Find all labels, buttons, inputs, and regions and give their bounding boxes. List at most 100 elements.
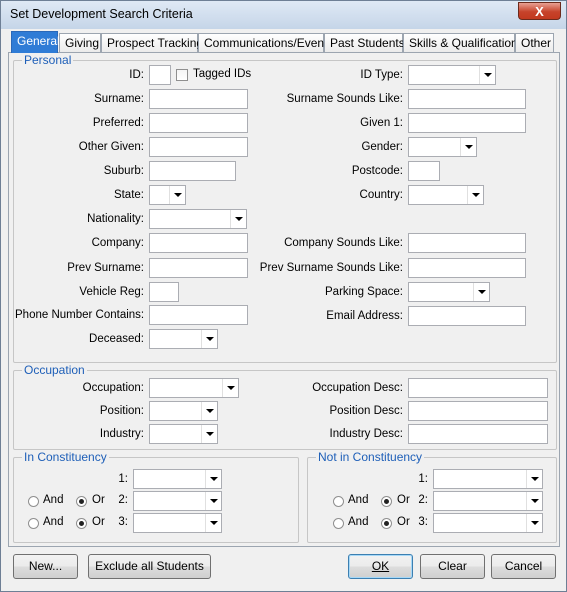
given1-input[interactable] <box>408 113 526 133</box>
title-bar: Set Development Search Criteria X <box>1 1 566 29</box>
not-in-constituency-1-select[interactable] <box>433 469 543 489</box>
not-in-constituency-3-and-radio[interactable] <box>333 518 344 529</box>
not-in-constituency-3-or-radio[interactable] <box>381 518 392 529</box>
in-constituency-2-select[interactable] <box>133 491 222 511</box>
in-constituency-3-or-radio[interactable] <box>76 518 87 529</box>
other-given-label: Other Given: <box>78 141 144 153</box>
chevron-down-icon[interactable] <box>222 379 238 397</box>
email-address-label: Email Address: <box>326 310 403 322</box>
not-in-constituency-2-and-radio[interactable] <box>333 496 344 507</box>
postcode-label: Postcode: <box>351 165 403 177</box>
not-in-constituency-2-select[interactable] <box>433 491 543 511</box>
chevron-down-icon[interactable] <box>201 402 217 420</box>
close-button[interactable]: X <box>518 2 561 20</box>
industry-select[interactable] <box>149 424 218 444</box>
prev-surname-input[interactable] <box>149 258 248 278</box>
not-in-constituency-row2-label: 2: <box>418 494 428 506</box>
in-constituency-3-and-radio[interactable] <box>28 518 39 529</box>
chevron-down-icon[interactable] <box>460 138 476 156</box>
occupation-desc-input[interactable] <box>408 378 548 398</box>
vehicle-reg-input[interactable] <box>149 282 179 302</box>
cancel-button-label: Cancel <box>504 559 543 573</box>
other-given-input[interactable] <box>149 137 248 157</box>
exclude-all-students-button[interactable]: Exclude all Students <box>88 554 211 579</box>
vehicle-reg-label: Vehicle Reg: <box>79 286 144 298</box>
id-type-select[interactable] <box>408 65 496 85</box>
not-in-constituency-legend: Not in Constituency <box>316 450 425 464</box>
clear-button[interactable]: Clear <box>420 554 485 579</box>
chevron-down-icon[interactable] <box>473 283 489 301</box>
dialog-window: Set Development Search Criteria X Genera… <box>0 0 567 592</box>
new-button[interactable]: New... <box>13 554 78 579</box>
new-button-label: New... <box>28 559 63 573</box>
position-select[interactable] <box>149 401 218 421</box>
suburb-label: Suburb: <box>103 165 144 177</box>
tab-giving[interactable]: Giving <box>59 33 101 52</box>
chevron-down-icon[interactable] <box>201 425 217 443</box>
in-constituency-legend: In Constituency <box>22 450 109 464</box>
chevron-down-icon[interactable] <box>205 492 221 510</box>
chevron-down-icon[interactable] <box>526 514 542 532</box>
nationality-select[interactable] <box>149 209 247 229</box>
prev-surname-sounds-like-input[interactable] <box>408 258 526 278</box>
tagged-ids-label: Tagged IDs <box>193 68 252 80</box>
preferred-input[interactable] <box>149 113 248 133</box>
industry-desc-input[interactable] <box>408 424 548 444</box>
state-select[interactable] <box>149 185 186 205</box>
surname-sounds-like-label: Surname Sounds Like: <box>286 93 403 105</box>
id-label: ID: <box>129 69 144 81</box>
deceased-select[interactable] <box>149 329 218 349</box>
country-label: Country: <box>359 189 403 201</box>
surname-sounds-like-input[interactable] <box>408 89 526 109</box>
exclude-all-students-label: Exclude all Students <box>95 559 204 573</box>
country-select[interactable] <box>408 185 484 205</box>
in-constituency-3-select[interactable] <box>133 513 222 533</box>
in-constituency-row2-label: 2: <box>118 494 128 506</box>
tab-communications-events[interactable]: Communications/Events <box>198 33 333 52</box>
not-in-constituency-3-select[interactable] <box>433 513 543 533</box>
chevron-down-icon[interactable] <box>205 470 221 488</box>
company-sounds-like-input[interactable] <box>408 233 526 253</box>
tab-other[interactable]: Other <box>515 33 554 52</box>
chevron-down-icon[interactable] <box>526 492 542 510</box>
chevron-down-icon[interactable] <box>169 186 185 204</box>
chevron-down-icon[interactable] <box>205 514 221 532</box>
ok-button[interactable]: OK <box>348 554 413 579</box>
surname-input[interactable] <box>149 89 248 109</box>
gender-select[interactable] <box>408 137 477 157</box>
given1-label: Given 1: <box>360 117 403 129</box>
deceased-label: Deceased: <box>89 333 144 345</box>
tab-prospect-tracking[interactable]: Prospect Tracking <box>101 33 203 52</box>
tagged-ids-checkbox[interactable] <box>176 69 188 81</box>
position-label: Position: <box>99 405 144 417</box>
occupation-legend: Occupation <box>22 363 87 377</box>
chevron-down-icon[interactable] <box>479 66 495 84</box>
suburb-input[interactable] <box>149 161 236 181</box>
surname-label: Surname: <box>94 93 144 105</box>
not-in-constituency-2-or-radio[interactable] <box>381 496 392 507</box>
chevron-down-icon[interactable] <box>526 470 542 488</box>
personal-legend: Personal <box>22 53 74 67</box>
chevron-down-icon[interactable] <box>467 186 483 204</box>
in-constituency-2-and-label: And <box>43 494 64 506</box>
chevron-down-icon[interactable] <box>201 330 217 348</box>
tab-past-students[interactable]: Past Students <box>324 33 405 52</box>
in-constituency-1-select[interactable] <box>133 469 222 489</box>
postcode-input[interactable] <box>408 161 440 181</box>
in-constituency-2-or-radio[interactable] <box>76 496 87 507</box>
id-input[interactable] <box>149 65 171 85</box>
tab-general[interactable]: General <box>11 31 60 53</box>
phone-number-input[interactable] <box>149 305 248 325</box>
in-constituency-2-and-radio[interactable] <box>28 496 39 507</box>
not-in-constituency-2-and-label: And <box>348 494 369 506</box>
parking-space-select[interactable] <box>408 282 490 302</box>
position-desc-input[interactable] <box>408 401 548 421</box>
cancel-button[interactable]: Cancel <box>491 554 556 579</box>
tab-skills-qualifications[interactable]: Skills & Qualifications <box>403 33 524 52</box>
email-address-input[interactable] <box>408 306 526 326</box>
phone-number-contains-label: Phone Number Contains: <box>15 309 145 321</box>
occupation-select[interactable] <box>149 378 239 398</box>
chevron-down-icon[interactable] <box>230 210 246 228</box>
company-input[interactable] <box>149 233 248 253</box>
occupation-label: Occupation: <box>82 382 144 394</box>
